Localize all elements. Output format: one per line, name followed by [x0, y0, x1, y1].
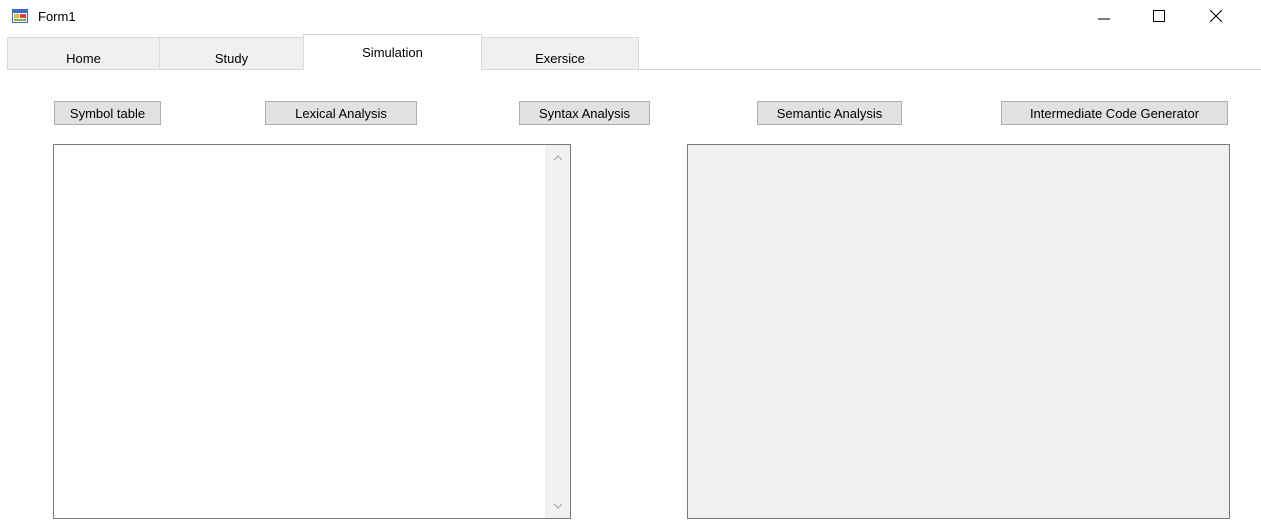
main-window: Form1 Home Study Simulation Exersice Sym…	[0, 0, 1261, 524]
tab-label: Simulation	[362, 45, 423, 60]
minimize-icon	[1098, 18, 1110, 20]
window-title: Form1	[38, 9, 76, 24]
semantic-analysis-button[interactable]: Semantic Analysis	[757, 101, 902, 125]
tab-simulation[interactable]: Simulation	[303, 34, 482, 70]
close-button[interactable]	[1193, 0, 1239, 32]
intermediate-code-generator-button[interactable]: Intermediate Code Generator	[1001, 101, 1228, 125]
scroll-down-button[interactable]	[545, 493, 570, 518]
tab-study[interactable]: Study	[159, 37, 304, 70]
scroll-up-button[interactable]	[545, 145, 570, 170]
lexical-analysis-button[interactable]: Lexical Analysis	[265, 101, 417, 125]
symbol-table-button[interactable]: Symbol table	[54, 101, 161, 125]
chevron-up-icon	[553, 154, 562, 160]
tab-label: Home	[66, 50, 101, 66]
maximize-icon	[1153, 10, 1165, 22]
source-code-input[interactable]	[53, 144, 571, 519]
title-bar[interactable]: Form1	[0, 0, 1261, 34]
tab-page-border	[7, 69, 1261, 70]
minimize-button[interactable]	[1081, 0, 1127, 32]
tab-home[interactable]: Home	[7, 37, 160, 70]
maximize-button[interactable]	[1136, 0, 1182, 32]
tab-exersice[interactable]: Exersice	[481, 37, 639, 70]
tab-label: Study	[214, 50, 249, 66]
syntax-analysis-button[interactable]: Syntax Analysis	[519, 101, 650, 125]
output-panel	[687, 144, 1230, 519]
tab-label: Exersice	[535, 50, 585, 66]
close-icon	[1209, 9, 1223, 23]
app-form-icon	[12, 9, 28, 23]
vertical-scrollbar[interactable]	[545, 145, 570, 518]
chevron-down-icon	[553, 503, 562, 509]
tab-strip: Home Study Simulation Exersice	[0, 34, 1261, 70]
